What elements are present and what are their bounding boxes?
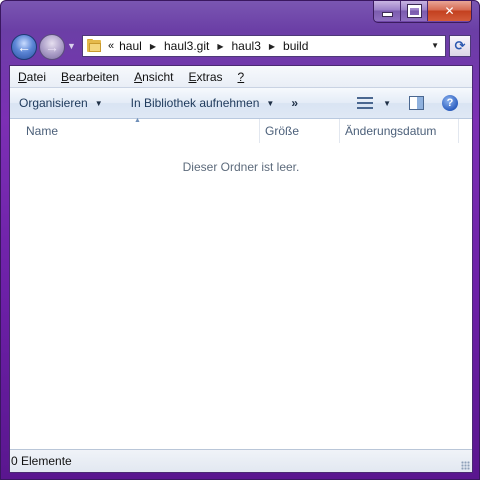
breadcrumb-overflow[interactable]: « [108,40,114,52]
chevron-down-icon: ▼ [266,98,275,108]
chevron-down-icon: ▼ [94,98,103,108]
forward-button[interactable]: → [39,34,65,60]
close-button[interactable]: ✕ [428,1,471,21]
refresh-button[interactable]: ⟳ [449,35,471,57]
column-header-row: ▲ Name Größe Änderungsdatum [10,117,472,143]
breadcrumb-separator-icon[interactable]: ▶ [217,42,223,51]
minimize-button[interactable] [374,1,401,21]
column-divider[interactable] [458,119,459,143]
view-options-chevron-icon[interactable]: ▼ [383,99,391,108]
column-divider[interactable] [259,119,260,143]
breadcrumb: « haul ▶ haul3.git ▶ haul3 ▶ build [106,39,308,53]
minimize-icon [381,11,393,17]
maximize-button[interactable] [401,1,428,21]
column-header-name[interactable]: Name [26,119,58,143]
menu-item-bearbeiten[interactable]: Bearbeiten [53,70,126,84]
chevron-down-icon: ▼ [67,41,76,51]
menu-bar: Datei Bearbeiten Ansicht Extras ? [10,66,472,88]
include-in-library-label: In Bibliothek aufnehmen [130,96,260,110]
item-count: 0 Elemente [11,454,72,468]
change-view-icon[interactable] [357,97,374,109]
column-divider[interactable] [339,119,340,143]
maximize-icon [406,4,422,18]
menu-item-help[interactable]: ? [230,70,252,84]
forward-arrow-icon: → [45,39,59,55]
empty-folder-message: Dieser Ordner ist leer. [182,160,300,174]
include-in-library-button[interactable]: In Bibliothek aufnehmen ▼ [122,96,284,110]
address-bar[interactable]: « haul ▶ haul3.git ▶ haul3 ▶ build ▼ [82,35,446,57]
view-controls: ▼ ? [357,88,472,118]
status-bar: 0 Elemente [10,449,472,472]
sort-ascending-icon: ▲ [134,117,141,124]
explorer-client-area: Datei Bearbeiten Ansicht Extras ? Organi… [9,65,473,473]
menu-item-extras[interactable]: Extras [180,70,229,84]
resize-grip-icon[interactable] [461,461,470,470]
caption-buttons: ✕ [373,1,472,23]
recent-pages-button[interactable]: ▼ [67,41,76,51]
breadcrumb-item-haul3[interactable]: haul3 [232,39,261,53]
refresh-icon: ⟳ [454,38,466,53]
address-dropdown-icon[interactable]: ▼ [431,41,439,50]
menu-item-datei[interactable]: Datei [10,70,53,84]
organize-label: Organisieren [19,96,88,110]
menu-item-ansicht[interactable]: Ansicht [126,70,180,84]
breadcrumb-item-haul3-git[interactable]: haul3.git [164,39,209,53]
breadcrumb-item-haul[interactable]: haul [119,39,142,53]
organize-button[interactable]: Organisieren ▼ [10,96,112,110]
command-bar: Organisieren ▼ In Bibliothek aufnehmen ▼… [10,88,472,119]
navigation-bar: ← → ▼ « haul ▶ haul3.git ▶ haul3 ▶ build… [9,32,473,62]
more-commands-button[interactable]: » [291,96,298,110]
breadcrumb-separator-icon[interactable]: ▶ [150,42,156,51]
preview-pane-icon[interactable] [409,96,424,110]
help-icon[interactable]: ? [442,95,458,111]
explorer-window: ✕ ← → ▼ « haul ▶ haul3.git ▶ haul3 ▶ bui [0,0,480,480]
close-icon: ✕ [444,4,455,18]
breadcrumb-separator-icon[interactable]: ▶ [269,42,275,51]
back-button[interactable]: ← [11,34,37,60]
column-header-date-modified[interactable]: Änderungsdatum [345,119,436,143]
back-arrow-icon: ← [17,39,31,55]
breadcrumb-item-build[interactable]: build [283,39,308,53]
column-header-size[interactable]: Größe [265,119,299,143]
folder-icon [86,38,102,54]
